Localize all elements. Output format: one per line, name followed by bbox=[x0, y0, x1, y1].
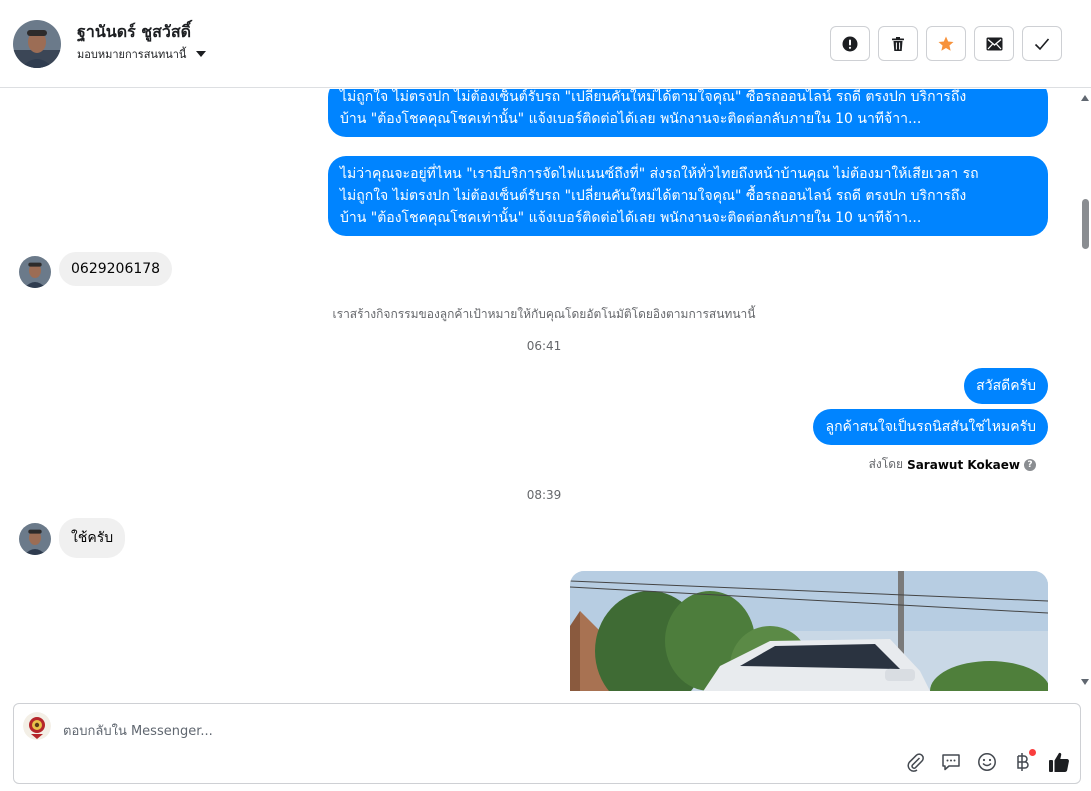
page-avatar bbox=[23, 712, 51, 740]
smiley-icon bbox=[978, 753, 996, 771]
car-photo-attachment[interactable] bbox=[570, 571, 1048, 691]
scroll-thumb[interactable] bbox=[1082, 199, 1089, 249]
message-line: บ้าน "ต้องโชคคุณโชคเท่านั้น" แจ้งเบอร์ติ… bbox=[340, 210, 922, 226]
scroll-down-arrow-icon[interactable] bbox=[1081, 679, 1089, 685]
timestamp: 08:39 bbox=[526, 488, 562, 502]
timestamp: 06:41 bbox=[526, 339, 562, 353]
inbox-conversation-view: ฐานันดร์ ชูสวัสดิ์ มอบหมายการสนทนานี้ ไม… bbox=[0, 0, 1091, 791]
star-button[interactable] bbox=[926, 26, 966, 61]
header-actions bbox=[830, 26, 1062, 61]
outgoing-message: ไม่ว่าคุณจะอยู่ที่ไหน "เรามีบริการจัดไฟแ… bbox=[328, 156, 1048, 236]
sent-by-prefix: ส่งโดย bbox=[868, 457, 904, 471]
question-mark-icon[interactable]: ? bbox=[1024, 458, 1036, 471]
notification-dot bbox=[1029, 749, 1036, 756]
star-icon bbox=[938, 36, 954, 51]
thumbs-up-icon bbox=[1049, 752, 1069, 772]
attach-button[interactable] bbox=[904, 751, 926, 773]
outgoing-message: ลูกค้าสนใจเป็นรถนิสสันใช่ไหมครับ bbox=[813, 409, 1048, 445]
caret-down-icon bbox=[196, 51, 207, 57]
message-line: บ้าน "ต้องโชคคุณโชคเท่านั้น" แจ้งเบอร์ติ… bbox=[340, 111, 922, 127]
sent-by-info: ส่งโดย Sarawut Kokaew ? bbox=[869, 455, 1036, 474]
payment-button[interactable] bbox=[1012, 749, 1036, 773]
chat-scrollbar[interactable] bbox=[1078, 89, 1091, 691]
envelope-icon bbox=[986, 37, 1002, 50]
delete-button[interactable] bbox=[878, 26, 918, 61]
check-icon bbox=[1034, 37, 1050, 50]
sent-by-name: Sarawut Kokaew bbox=[907, 457, 1020, 472]
emoji-button[interactable] bbox=[976, 751, 998, 773]
incoming-message: 0629206178 bbox=[59, 252, 173, 286]
assign-dropdown[interactable]: มอบหมายการสนทนานี้ bbox=[77, 45, 207, 63]
message-line: ไม่ว่าคุณจะอยู่ที่ไหน "เรามีบริการจัดไฟแ… bbox=[340, 166, 979, 182]
outgoing-message: สวัสดีครับ bbox=[964, 368, 1048, 404]
chat-bubble-icon bbox=[942, 754, 960, 771]
conversation-header: ฐานันดร์ ชูสวัสดิ์ มอบหมายการสนทนานี้ bbox=[0, 0, 1091, 88]
saved-replies-button[interactable] bbox=[940, 751, 962, 773]
like-button[interactable] bbox=[1048, 751, 1070, 773]
message-line: ไม่ถูกใจ ไม่ตรงปก ไม่ต้องเซ็นต์รับรถ "เป… bbox=[340, 89, 967, 105]
baht-icon bbox=[1017, 753, 1029, 771]
contact-avatar-small[interactable] bbox=[19, 256, 51, 288]
contact-avatar-small[interactable] bbox=[19, 523, 51, 555]
message-thread[interactable]: ไม่ถูกใจ ไม่ตรงปก ไม่ต้องเซ็นต์รับรถ "เป… bbox=[0, 89, 1078, 691]
paperclip-icon bbox=[907, 753, 924, 772]
contact-avatar[interactable] bbox=[13, 20, 61, 68]
composer-tools bbox=[904, 749, 1070, 773]
mark-done-button[interactable] bbox=[1022, 26, 1062, 61]
mark-unread-button[interactable] bbox=[974, 26, 1014, 61]
reply-input[interactable]: ตอบกลับใน Messenger... bbox=[63, 720, 213, 741]
message-line: ไม่ถูกใจ ไม่ตรงปก ไม่ต้องเซ็นต์รับรถ "เป… bbox=[340, 188, 967, 204]
trash-icon bbox=[892, 36, 904, 51]
assign-label: มอบหมายการสนทนานี้ bbox=[77, 48, 187, 61]
mark-spam-button[interactable] bbox=[830, 26, 870, 61]
scroll-up-arrow-icon[interactable] bbox=[1081, 95, 1089, 101]
system-note: เราสร้างกิจกรรมของลูกค้าเป้าหมายให้กับคุ… bbox=[332, 307, 756, 321]
exclamation-circle-icon bbox=[842, 36, 858, 51]
reply-composer[interactable]: ตอบกลับใน Messenger... bbox=[13, 703, 1081, 784]
contact-name[interactable]: ฐานันดร์ ชูสวัสดิ์ bbox=[77, 20, 191, 45]
incoming-message: ใช้ครับ bbox=[59, 518, 126, 558]
outgoing-message: ไม่ถูกใจ ไม่ตรงปก ไม่ต้องเซ็นต์รับรถ "เป… bbox=[328, 89, 1048, 137]
